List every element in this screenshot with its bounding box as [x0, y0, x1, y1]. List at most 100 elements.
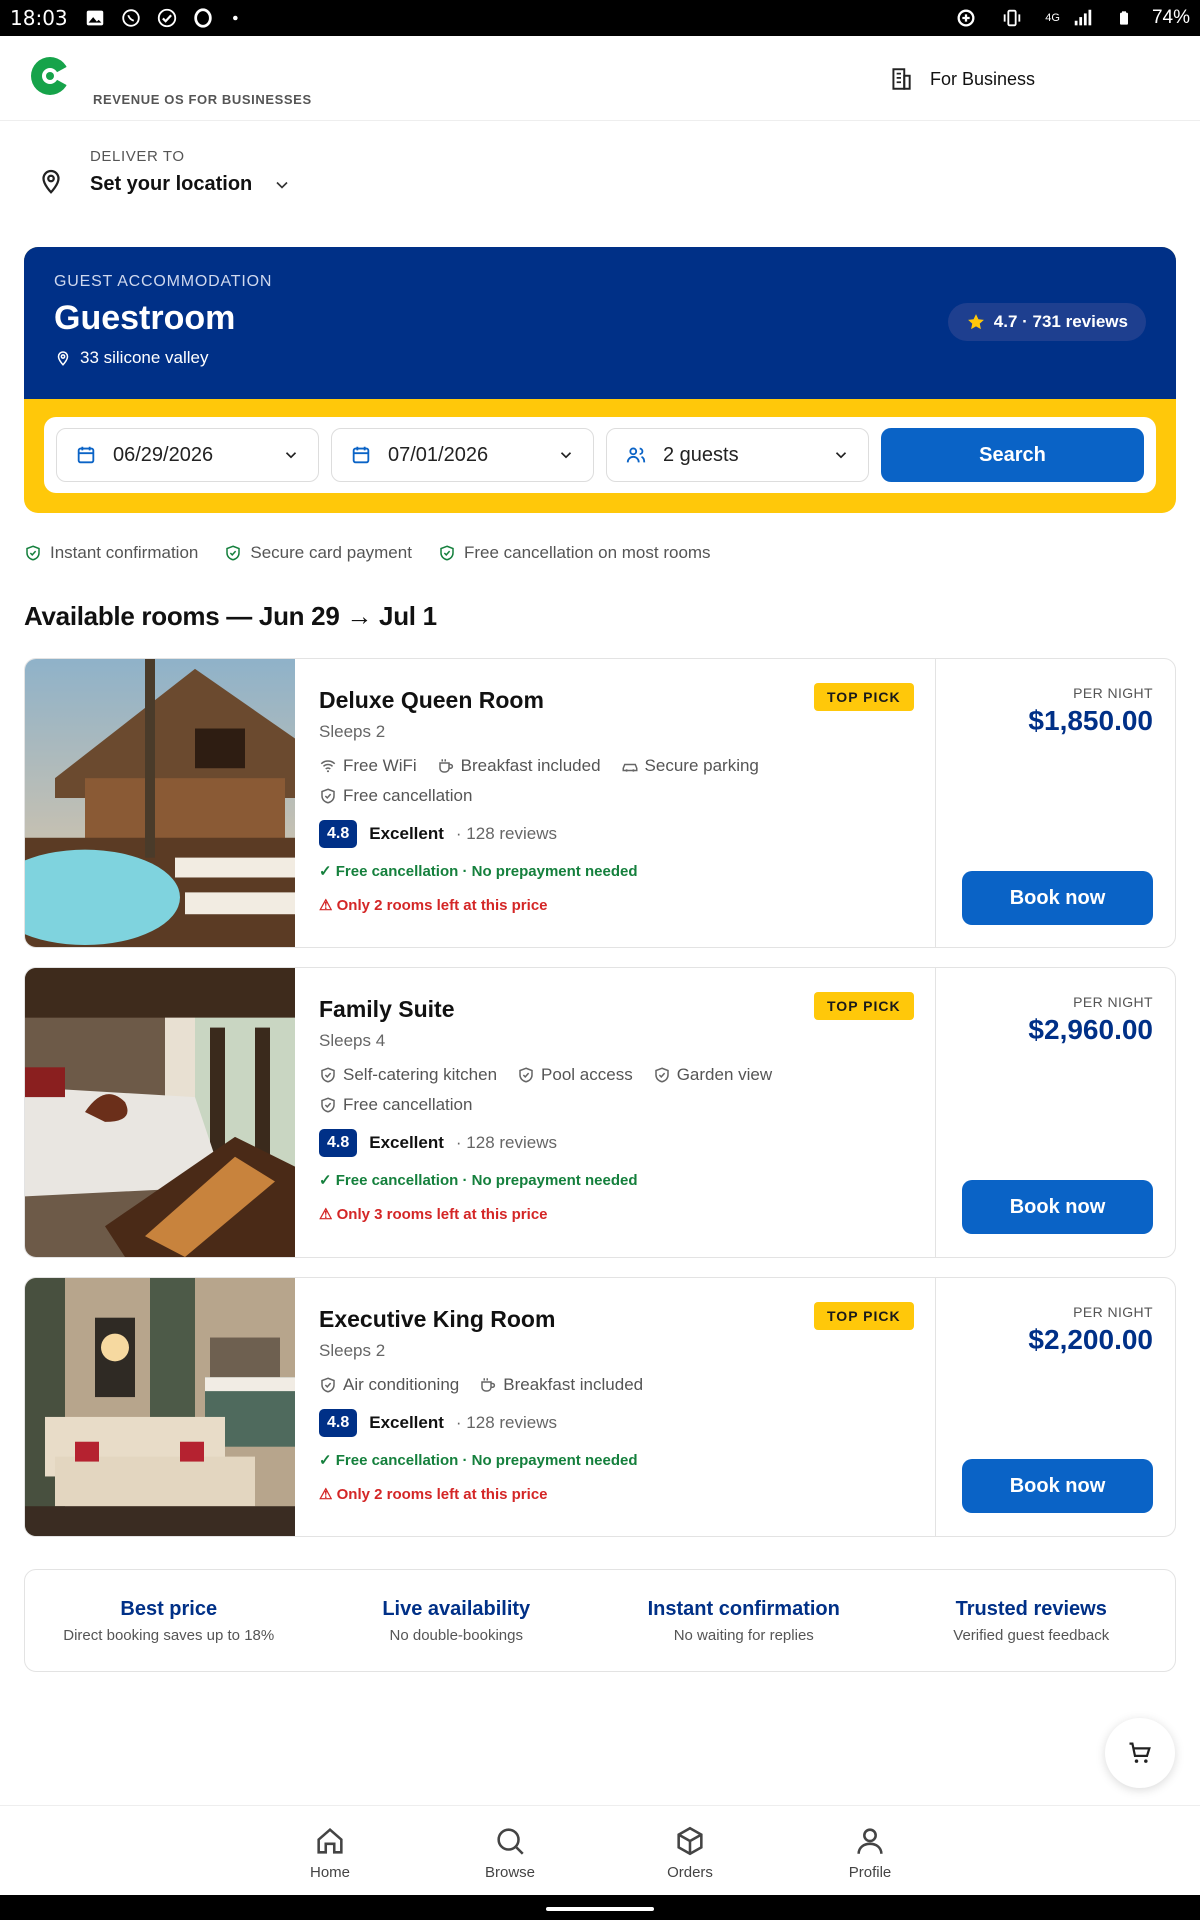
chevron-down-icon [560, 452, 572, 459]
gesture-bar [0, 1895, 1200, 1920]
checkout-date: 07/01/2026 [388, 443, 489, 466]
person-icon [857, 1828, 883, 1854]
nav-home[interactable]: Home [280, 1824, 380, 1881]
amenity: Breakfast included [479, 1375, 643, 1395]
location-selector[interactable]: DELIVER TO Set your location [36, 148, 292, 196]
check-circle-icon [157, 8, 176, 28]
nav-label: Home [309, 1864, 350, 1881]
review-score: 4.8 [319, 820, 358, 848]
scarcity-warning: ⚠ Only 2 rooms left at this price [319, 1486, 548, 1503]
trust-badge-label: Instant confirmation [50, 543, 199, 562]
room-price: $2,960.00 [1028, 1014, 1153, 1045]
calendar-icon [352, 446, 370, 464]
amenity: Secure parking [621, 756, 759, 776]
book-now-button[interactable]: Book now [962, 871, 1153, 925]
price-panel: PER NIGHT $2,200.00 Book now [935, 1278, 1175, 1536]
book-now-button[interactable]: Book now [962, 1180, 1153, 1234]
benefit-title: Best price [120, 1597, 218, 1620]
nav-label: Profile [848, 1864, 892, 1881]
nav-orders[interactable]: Orders [640, 1824, 740, 1881]
for-business-label: For Business [929, 68, 1035, 89]
room-price: $1,850.00 [1028, 705, 1153, 736]
amenity-label: Secure parking [644, 756, 759, 775]
cart-button[interactable] [1105, 1718, 1175, 1788]
building-icon [892, 68, 911, 90]
checkin-date-picker[interactable]: 06/29/2026 [56, 428, 319, 482]
benefit-subtitle: No double-bookings [389, 1626, 523, 1644]
amenity: Free WiFi [319, 756, 417, 776]
scarcity-warning: ⚠ Only 2 rooms left at this price [319, 897, 548, 914]
shield-icon [321, 1377, 335, 1393]
amenity: Breakfast included [437, 756, 601, 776]
map-pin-icon [42, 169, 60, 194]
top-pick-badge: TOP PICK [814, 992, 914, 1020]
review-count: · 128 reviews [455, 1133, 558, 1152]
per-night-label: PER NIGHT [1073, 685, 1153, 701]
status-time: 18:03 [10, 6, 68, 30]
room-price: $2,200.00 [1028, 1324, 1153, 1355]
shield-check-icon [226, 545, 241, 561]
free-cancellation-note: ✓ Free cancellation · No prepayment need… [319, 1172, 638, 1189]
nav-profile[interactable]: Profile [820, 1824, 920, 1881]
benefit-title: Instant confirmation [647, 1597, 840, 1620]
property-hero: GUEST ACCOMMODATION Guestroom 33 silicon… [24, 247, 1176, 513]
cart-icon [1129, 1742, 1151, 1763]
checkout-date-picker[interactable]: 07/01/2026 [331, 428, 594, 482]
signal-icon [1074, 9, 1092, 26]
per-night-label: PER NIGHT [1073, 1304, 1153, 1320]
amenity-label: Breakfast included [460, 756, 601, 775]
review-score: 4.8 [319, 1409, 358, 1437]
price-panel: PER NIGHT $1,850.00 Book now [935, 659, 1175, 947]
room-photo[interactable] [25, 659, 295, 947]
review-label: Excellent [369, 824, 444, 843]
rating-text: 4.7 · 731 reviews [993, 312, 1128, 331]
trust-badge: Instant confirmation [24, 543, 198, 563]
network-type: 4G [1045, 12, 1060, 24]
search-bar: 06/29/2026 07/01/2026 2 guests Search [44, 417, 1156, 493]
per-night-label: PER NIGHT [1073, 994, 1153, 1010]
search-icon [497, 1828, 524, 1855]
benefit-subtitle: No waiting for replies [673, 1626, 814, 1644]
book-now-button[interactable]: Book now [962, 1459, 1153, 1513]
car-icon [622, 763, 638, 772]
property-category: GUEST ACCOMMODATION [54, 273, 273, 290]
brand-logo[interactable] [28, 54, 72, 98]
amenity-label: Free WiFi [343, 756, 417, 775]
shield-icon [321, 1067, 335, 1083]
review-summary: 4.8 Excellent · 128 reviews [319, 1129, 919, 1157]
room-photo[interactable] [25, 1278, 295, 1536]
trust-badge: Free cancellation on most rooms [438, 543, 711, 563]
review-summary: 4.8 Excellent · 128 reviews [319, 1409, 919, 1437]
home-indicator[interactable] [546, 1907, 654, 1911]
amenities-list: Air conditioning Breakfast included [319, 1375, 819, 1395]
star-icon [967, 314, 984, 330]
room-capacity: Sleeps 4 [319, 1031, 386, 1050]
amenity-label: Pool access [541, 1065, 633, 1084]
nav-browse[interactable]: Browse [460, 1824, 560, 1881]
shield-icon [654, 1067, 669, 1083]
brand-tagline: REVENUE OS FOR BUSINESSES [93, 92, 312, 107]
rating-badge: 4.7 · 731 reviews [947, 303, 1146, 341]
deliver-to-label: DELIVER TO [90, 148, 185, 165]
for-business-link[interactable]: For Business [888, 66, 1035, 92]
calendar-icon [77, 446, 95, 464]
gallery-icon [86, 10, 103, 26]
search-button[interactable]: Search [881, 428, 1144, 482]
guests-selector[interactable]: 2 guests [606, 428, 869, 482]
box-icon [677, 1826, 703, 1856]
chevron-down-icon [276, 181, 288, 189]
bottom-navigation: Home Browse Orders Profile [0, 1805, 1200, 1895]
review-summary: 4.8 Excellent · 128 reviews [319, 820, 919, 848]
nav-label: Orders [667, 1864, 713, 1881]
home-icon [317, 1827, 343, 1854]
amenity-label: Self-catering kitchen [343, 1065, 498, 1084]
amenity: Self-catering kitchen [319, 1065, 497, 1085]
benefit-title: Live availability [382, 1597, 531, 1620]
dot-icon [232, 15, 238, 21]
app-header: REVENUE OS FOR BUSINESSES For Business [0, 36, 1200, 121]
chevron-down-icon [285, 452, 297, 459]
room-capacity: Sleeps 2 [319, 722, 386, 741]
benefit-item: Live availability No double-bookings [313, 1598, 601, 1644]
room-photo[interactable] [25, 968, 295, 1257]
scarcity-warning: ⚠ Only 3 rooms left at this price [319, 1206, 548, 1223]
